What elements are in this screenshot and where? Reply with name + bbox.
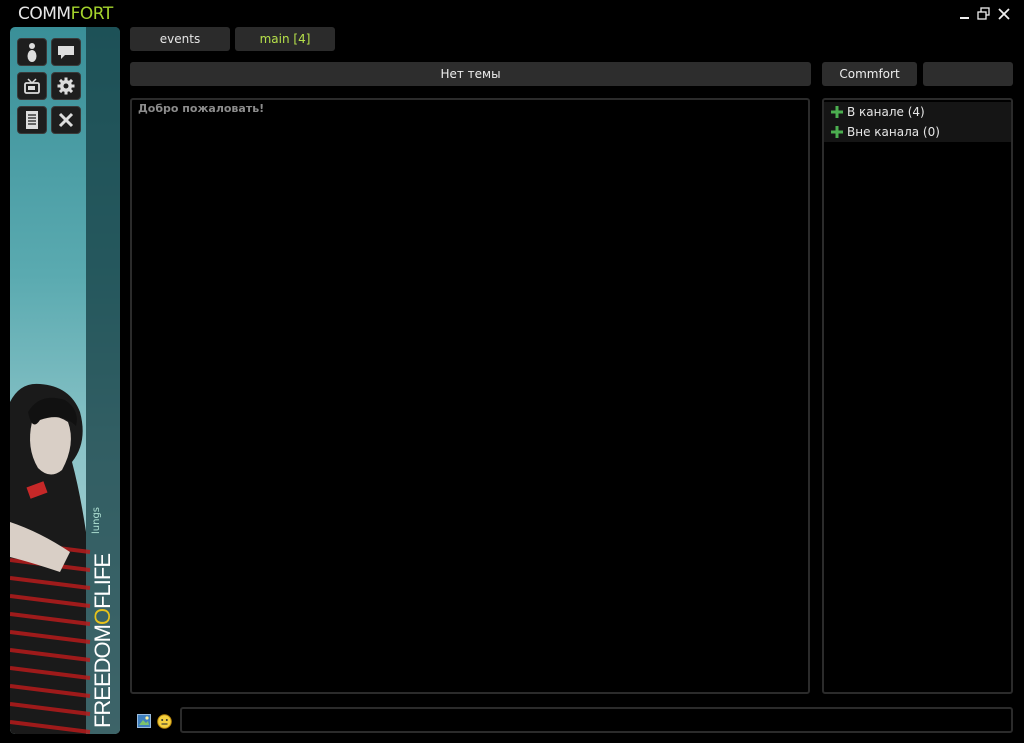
- close-icon: [58, 112, 74, 128]
- channel-extra-bar[interactable]: [923, 62, 1013, 86]
- tab-main[interactable]: main [4]: [235, 27, 335, 51]
- restore-button[interactable]: [976, 6, 992, 22]
- minimize-button[interactable]: [957, 6, 973, 22]
- smiley-icon: [157, 714, 172, 729]
- notes-icon: [26, 111, 38, 129]
- exit-button[interactable]: [51, 106, 81, 134]
- gear-icon: [57, 77, 75, 95]
- user-group-out-channel[interactable]: Вне канала (0): [824, 122, 1011, 142]
- smiley-button[interactable]: [157, 714, 172, 729]
- user-info-icon: [27, 43, 37, 62]
- image-icon: [137, 714, 151, 728]
- expand-plus-icon: [831, 126, 843, 138]
- brand-text-part1: FREEDOM: [90, 625, 115, 728]
- brand-text-part2: FLIFE: [90, 553, 115, 609]
- sidebar: lungs FREEDOMOFLIFE: [10, 27, 120, 734]
- chat-bubble-icon: [58, 46, 74, 59]
- side-caption: lungs: [91, 506, 102, 534]
- users-panel[interactable]: В канале (4) Вне канала (0): [822, 98, 1013, 694]
- brand-text: FREEDOMOFLIFE: [90, 554, 116, 728]
- restore-icon: [977, 7, 990, 20]
- user-group-label: Вне канала (0): [847, 125, 940, 139]
- channel-name-bar[interactable]: Commfort: [822, 62, 917, 86]
- brand-text-o: O: [90, 608, 115, 625]
- close-icon: [998, 8, 1010, 20]
- welcome-message: Добро пожаловать!: [138, 102, 265, 115]
- message-input[interactable]: [180, 707, 1013, 733]
- minimize-icon: [960, 17, 969, 19]
- chat-panel[interactable]: Добро пожаловать!: [130, 98, 810, 694]
- topic-bar[interactable]: Нет темы: [130, 62, 811, 86]
- user-info-button[interactable]: [17, 38, 47, 66]
- settings-button[interactable]: [51, 72, 81, 100]
- chat-button[interactable]: [51, 38, 81, 66]
- notes-button[interactable]: [17, 106, 47, 134]
- user-group-in-channel[interactable]: В канале (4): [824, 102, 1011, 122]
- app-logo-main: COMM: [18, 4, 71, 24]
- insert-image-button[interactable]: [137, 714, 151, 728]
- tv-icon: [24, 78, 40, 94]
- tv-button[interactable]: [17, 72, 47, 100]
- close-window-button[interactable]: [996, 6, 1012, 22]
- tab-events[interactable]: events: [130, 27, 230, 51]
- app-logo-accent: FORT: [70, 4, 114, 24]
- user-group-label: В канале (4): [847, 105, 925, 119]
- expand-plus-icon: [831, 106, 843, 118]
- app-logo: COMMFORT: [18, 4, 113, 24]
